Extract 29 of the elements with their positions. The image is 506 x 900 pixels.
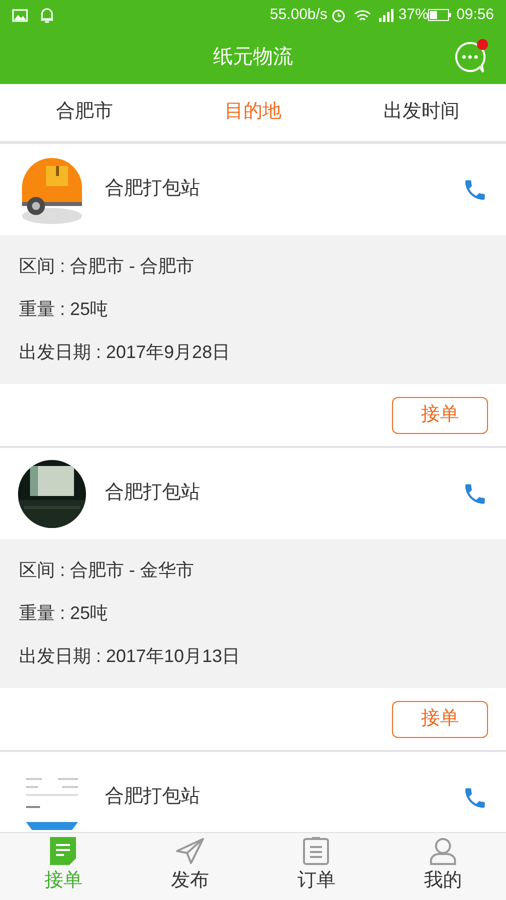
station-name: 合肥打包站 bbox=[105, 481, 201, 506]
image-icon bbox=[12, 8, 28, 22]
message-button[interactable] bbox=[452, 39, 488, 75]
note-icon bbox=[50, 837, 76, 866]
network-speed: 55.00b/s bbox=[270, 4, 328, 25]
bell-icon bbox=[40, 8, 54, 22]
filter-tab[interactable]: 合肥市 bbox=[0, 84, 169, 141]
clock: 09:56 bbox=[456, 4, 494, 25]
nav-tab[interactable]: 发布 bbox=[126, 833, 253, 900]
app-title: 纸元物流 bbox=[213, 45, 293, 70]
wifi-icon bbox=[354, 8, 372, 22]
station-name: 合肥打包站 bbox=[105, 785, 201, 810]
alarm-icon bbox=[331, 8, 346, 22]
station-name: 合肥打包站 bbox=[105, 177, 201, 202]
nav-tab[interactable]: 我的 bbox=[380, 833, 506, 900]
detail-text: 重量 : 25吨 bbox=[19, 602, 110, 625]
user-icon bbox=[428, 837, 457, 866]
filter-tab[interactable]: 出发时间 bbox=[337, 84, 506, 141]
paper-plane-icon bbox=[174, 837, 205, 866]
nav-tab[interactable]: 订单 bbox=[253, 833, 380, 900]
detail-text: 区间 : 合肥市 - 金华市 bbox=[19, 559, 195, 582]
signal-icon bbox=[379, 8, 394, 22]
clipboard-icon bbox=[303, 837, 330, 866]
battery-percent: 37% bbox=[398, 4, 428, 25]
detail-text: 出发日期 : 2017年10月13日 bbox=[19, 645, 242, 668]
detail-text: 重量 : 25吨 bbox=[19, 298, 110, 321]
detail-text: 区间 : 合肥市 - 合肥市 bbox=[19, 255, 195, 278]
detail-text: 出发日期 : 2017年9月28日 bbox=[19, 341, 232, 364]
battery-icon bbox=[428, 9, 452, 21]
